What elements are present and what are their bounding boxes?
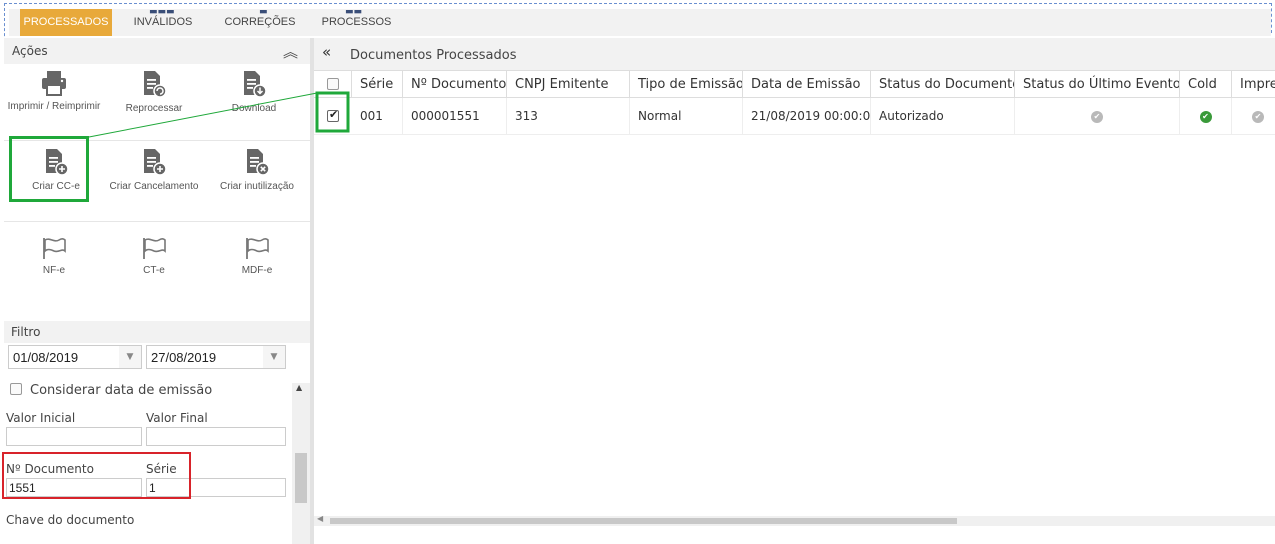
highlight-row-checkbox xyxy=(315,91,350,133)
app-window: ▬▬▬ ▬ ▬▬ PROCESSADOS INVÁLIDOS CORREÇÕES… xyxy=(0,0,1275,544)
annotation-line xyxy=(88,92,318,138)
annotation-overlay xyxy=(88,91,350,138)
